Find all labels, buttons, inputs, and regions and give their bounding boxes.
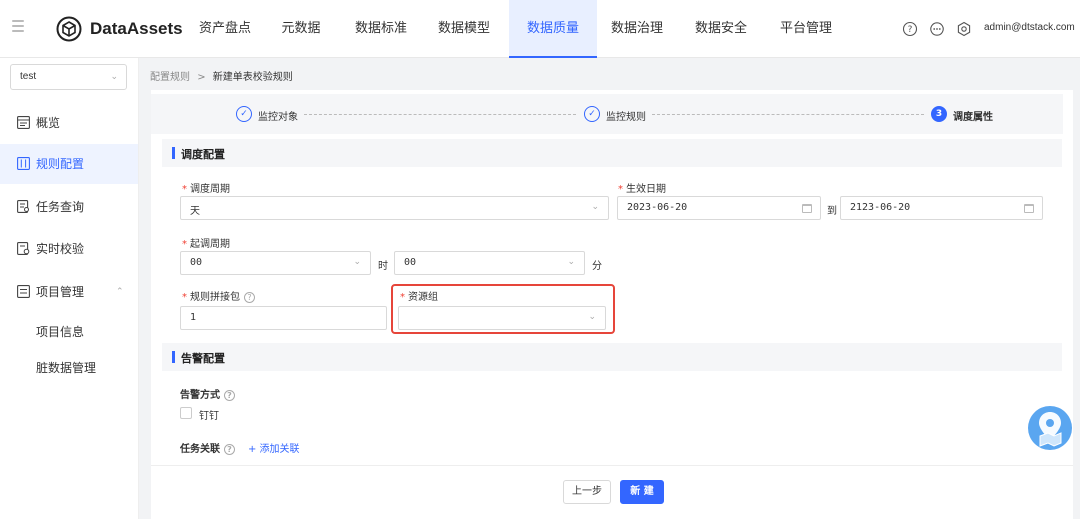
section-title: 告警配置 xyxy=(181,352,225,365)
floating-help-button[interactable] xyxy=(1028,406,1072,450)
task-link-label: 任务关联? xyxy=(180,440,235,455)
sidebar-item-label: 项目管理 xyxy=(36,285,85,299)
hour-select[interactable]: 00 ⌄ xyxy=(180,251,371,275)
nav-item-data-quality[interactable]: 数据质量 xyxy=(509,0,597,58)
sidebar-subitem-project-info[interactable]: 项目信息 xyxy=(36,323,84,340)
sidebar-item-realtime-check[interactable]: 实时校验 xyxy=(0,229,138,269)
step-label: 调度属性 xyxy=(953,112,993,123)
help-icon[interactable]: ? xyxy=(244,291,255,303)
nav-item-data-model[interactable]: 数据模型 xyxy=(433,0,495,58)
nav-item-metadata[interactable]: 元数据 xyxy=(275,0,327,58)
top-navigation-bar: DataAssets 资产盘点 元数据 数据标准 数据模型 数据质量 数据治理 … xyxy=(0,0,1080,58)
chevron-down-icon: ⌄ xyxy=(591,202,599,212)
alarm-section-header: 告警配置 xyxy=(162,343,1062,371)
help-icon[interactable]: ? xyxy=(224,389,235,401)
rule-package-input[interactable]: 1 xyxy=(180,306,387,330)
nav-item-data-security[interactable]: 数据安全 xyxy=(690,0,752,58)
add-link-button[interactable]: + 添加关联 xyxy=(248,440,300,455)
logo-icon xyxy=(56,16,82,42)
date-end-value: 2123-06-20 xyxy=(850,202,911,213)
nav-item-data-standard[interactable]: 数据标准 xyxy=(350,0,412,58)
step-number: 3 xyxy=(931,106,947,122)
chevron-down-icon: ⌄ xyxy=(567,257,575,267)
minute-unit: 分 xyxy=(592,261,602,272)
menu-toggle-icon[interactable] xyxy=(12,20,24,32)
breadcrumb: 配置规则 > 新建单表校验规则 xyxy=(150,68,293,83)
step-label: 监控规则 xyxy=(606,112,646,123)
nav-item-platform-manage[interactable]: 平台管理 xyxy=(775,0,837,58)
brand-name: DataAssets xyxy=(90,19,183,38)
project-select[interactable]: test ⌄ xyxy=(10,64,127,90)
step-connector xyxy=(652,114,924,115)
user-account[interactable]: admin@dtstack.com xyxy=(984,22,1075,33)
hour-unit: 时 xyxy=(378,261,388,272)
minute-select[interactable]: 00 ⌄ xyxy=(394,251,585,275)
chevron-down-icon: ⌄ xyxy=(353,257,361,267)
sidebar-item-task-query[interactable]: 任务查询 xyxy=(0,187,138,227)
minute-value: 00 xyxy=(404,257,417,268)
task-query-icon xyxy=(17,200,29,213)
sidebar-item-overview[interactable]: 概览 xyxy=(0,103,138,143)
hour-value: 00 xyxy=(190,257,203,268)
dingtalk-checkbox[interactable] xyxy=(180,407,192,419)
start-cycle-label: * 起调周期 xyxy=(182,239,230,250)
check-icon: ✓ xyxy=(584,106,600,122)
help-icon[interactable]: ? xyxy=(902,21,918,37)
prev-step-button[interactable]: 上一步 xyxy=(563,480,611,504)
alarm-method-label: 告警方式? xyxy=(180,386,235,401)
svg-text:?: ? xyxy=(908,25,913,35)
project-manage-icon xyxy=(17,285,30,298)
chevron-up-icon: ⌃ xyxy=(116,287,124,297)
cycle-value: 天 xyxy=(190,206,200,217)
date-start-picker[interactable]: 2023-06-20 xyxy=(617,196,821,220)
sidebar-item-rule-config[interactable]: 规则配置 xyxy=(0,144,138,184)
project-select-value: test xyxy=(20,71,37,82)
settings-icon[interactable] xyxy=(956,21,972,37)
dingtalk-label: 钉钉 xyxy=(199,411,219,422)
realtime-check-icon xyxy=(17,242,30,255)
overview-icon xyxy=(17,116,30,129)
nav-item-asset-inventory[interactable]: 资产盘点 xyxy=(194,0,256,58)
schedule-section-header: 调度配置 xyxy=(162,139,1062,167)
chevron-down-icon: ⌄ xyxy=(588,312,596,322)
calendar-icon xyxy=(1024,204,1034,213)
rule-package-value: 1 xyxy=(190,312,197,323)
map-pin-icon xyxy=(1039,412,1062,447)
sidebar-item-label: 概览 xyxy=(36,116,61,130)
step-label: 监控对象 xyxy=(258,112,298,123)
breadcrumb-parent[interactable]: 配置规则 xyxy=(150,72,190,83)
help-icon[interactable]: ? xyxy=(224,443,235,455)
sidebar-item-project-manage[interactable]: 项目管理 ⌃ xyxy=(0,272,138,312)
create-button[interactable]: 新 建 xyxy=(620,480,664,504)
rule-package-label: * 规则拼接包? xyxy=(182,288,255,303)
check-icon: ✓ xyxy=(236,106,252,122)
breadcrumb-current: 新建单表校验规则 xyxy=(212,72,293,83)
sidebar-subitem-dirty-data[interactable]: 脏数据管理 xyxy=(36,359,96,376)
footer-divider xyxy=(151,465,1073,466)
rule-config-icon xyxy=(17,157,30,170)
breadcrumb-separator: > xyxy=(197,72,206,83)
chevron-down-icon: ⌄ xyxy=(110,72,118,82)
cycle-label: * 调度周期 xyxy=(182,184,230,195)
sidebar: test ⌄ 概览 规则配置 任务查询 实时校验 项目管理 ⌃ 项目信息 脏数据… xyxy=(0,58,139,519)
step-connector xyxy=(304,114,576,115)
date-end-picker[interactable]: 2123-06-20 xyxy=(840,196,1043,220)
cycle-select[interactable]: 天 ⌄ xyxy=(180,196,609,220)
resource-group-select[interactable]: ⌄ xyxy=(398,306,606,330)
resource-group-label: * 资源组 xyxy=(400,292,438,303)
sidebar-item-label: 任务查询 xyxy=(36,200,85,214)
date-label: * 生效日期 xyxy=(618,184,666,195)
section-title: 调度配置 xyxy=(181,148,225,161)
sidebar-item-label: 规则配置 xyxy=(36,157,85,171)
date-range-separator: 到 xyxy=(827,206,837,217)
nav-item-data-governance[interactable]: 数据治理 xyxy=(606,0,668,58)
sidebar-item-label: 实时校验 xyxy=(36,242,85,256)
message-icon[interactable] xyxy=(929,21,945,37)
date-start-value: 2023-06-20 xyxy=(627,202,688,213)
calendar-icon xyxy=(802,204,812,213)
